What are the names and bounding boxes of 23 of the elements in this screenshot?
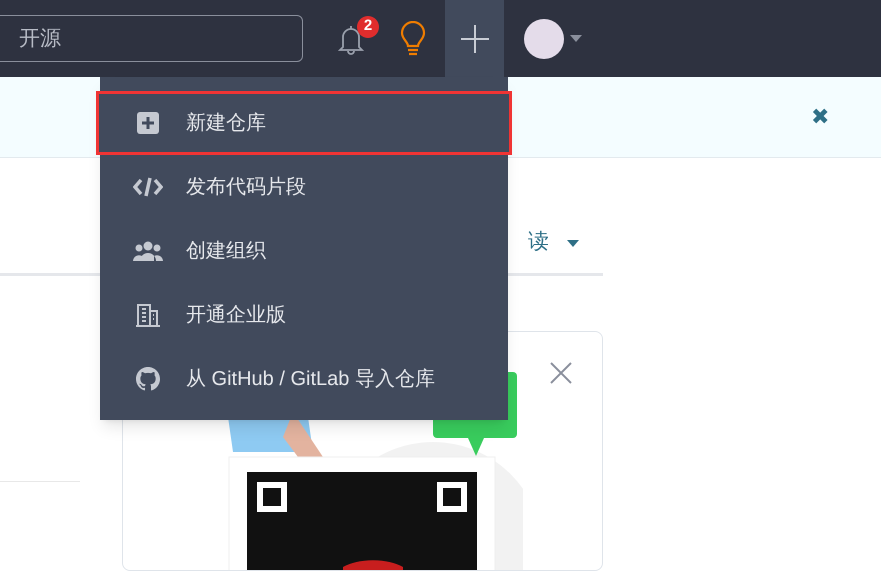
caret-icon: [570, 35, 582, 42]
menu-item[interactable]: 开通企业版: [100, 283, 508, 347]
notification-count: 2: [357, 16, 379, 38]
menu-item[interactable]: 从 GitHub / GitLab 导入仓库: [100, 347, 508, 411]
caret-icon[interactable]: [567, 240, 579, 247]
close-button[interactable]: ✖: [811, 106, 829, 128]
avatar-button[interactable]: [524, 18, 582, 58]
plus-icon: [460, 24, 488, 52]
github-icon: [136, 367, 160, 391]
close-icon: [550, 362, 572, 384]
plus-square-icon: [137, 112, 159, 134]
building-icon: [136, 303, 160, 327]
menu-item[interactable]: 创建组织: [100, 219, 508, 283]
create-button[interactable]: [445, 0, 504, 77]
light-bulb-icon: [398, 20, 428, 56]
users-icon: [133, 241, 163, 261]
code-icon: [133, 176, 163, 198]
menu-item[interactable]: 新建仓库: [96, 91, 512, 155]
close-button[interactable]: [550, 362, 572, 384]
filter-label[interactable]: 读: [528, 226, 549, 257]
search-field[interactable]: 开源: [0, 15, 303, 62]
menu-item[interactable]: 发布代码片段: [100, 155, 508, 219]
avatar: [524, 18, 564, 58]
